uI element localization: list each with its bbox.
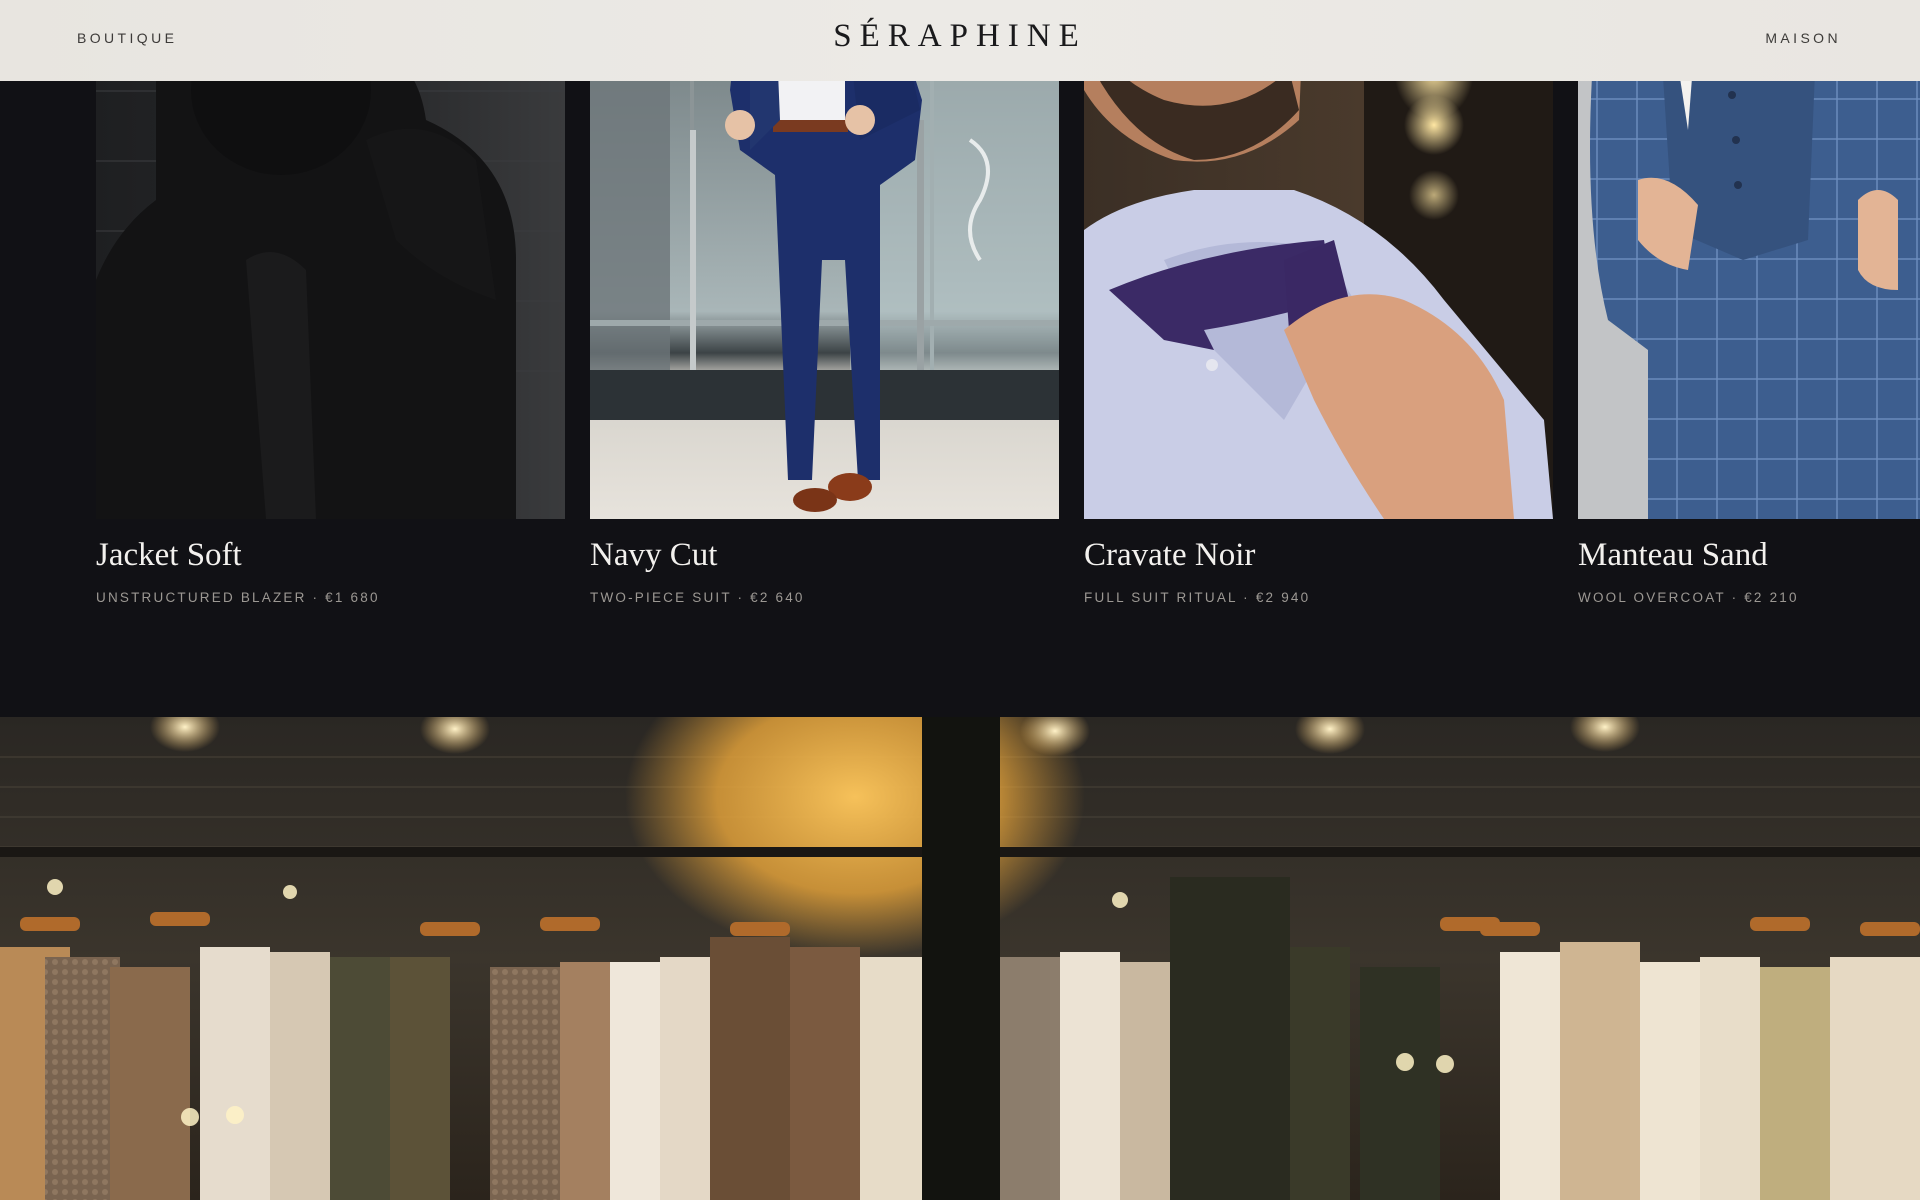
boutique-clothing-rack-banner <box>0 717 1920 1200</box>
brand-logo[interactable]: SÉRAPHINE <box>0 18 1920 55</box>
product-meta: UNSTRUCTURED BLAZER · €1 680 <box>96 590 380 605</box>
product-meta: TWO-PIECE SUIT · €2 640 <box>590 590 805 605</box>
product-card-jacket-soft[interactable]: Jacket Soft UNSTRUCTURED BLAZER · €1 680 <box>96 0 565 640</box>
site-header: BOUTIQUE SÉRAPHINE MAISON <box>0 0 1920 81</box>
product-name[interactable]: Navy Cut <box>590 537 717 574</box>
product-name[interactable]: Jacket Soft <box>96 537 242 574</box>
product-meta: WOOL OVERCOAT · €2 210 <box>1578 590 1799 605</box>
clothing-rack-photo <box>0 717 1920 1200</box>
product-name[interactable]: Cravate Noir <box>1084 537 1255 574</box>
product-meta: FULL SUIT RITUAL · €2 940 <box>1084 590 1311 605</box>
nav-link-maison[interactable]: MAISON <box>1765 30 1841 46</box>
product-name[interactable]: Manteau Sand <box>1578 537 1768 574</box>
product-card-cravate-noir[interactable]: Cravate Noir FULL SUIT RITUAL · €2 940 <box>1084 0 1553 640</box>
product-card-navy-cut[interactable]: Navy Cut TWO-PIECE SUIT · €2 640 <box>590 0 1059 640</box>
product-carousel: Jacket Soft UNSTRUCTURED BLAZER · €1 680 <box>0 0 1920 717</box>
product-card-manteau-sand[interactable]: Manteau Sand WOOL OVERCOAT · €2 210 <box>1578 0 1920 640</box>
